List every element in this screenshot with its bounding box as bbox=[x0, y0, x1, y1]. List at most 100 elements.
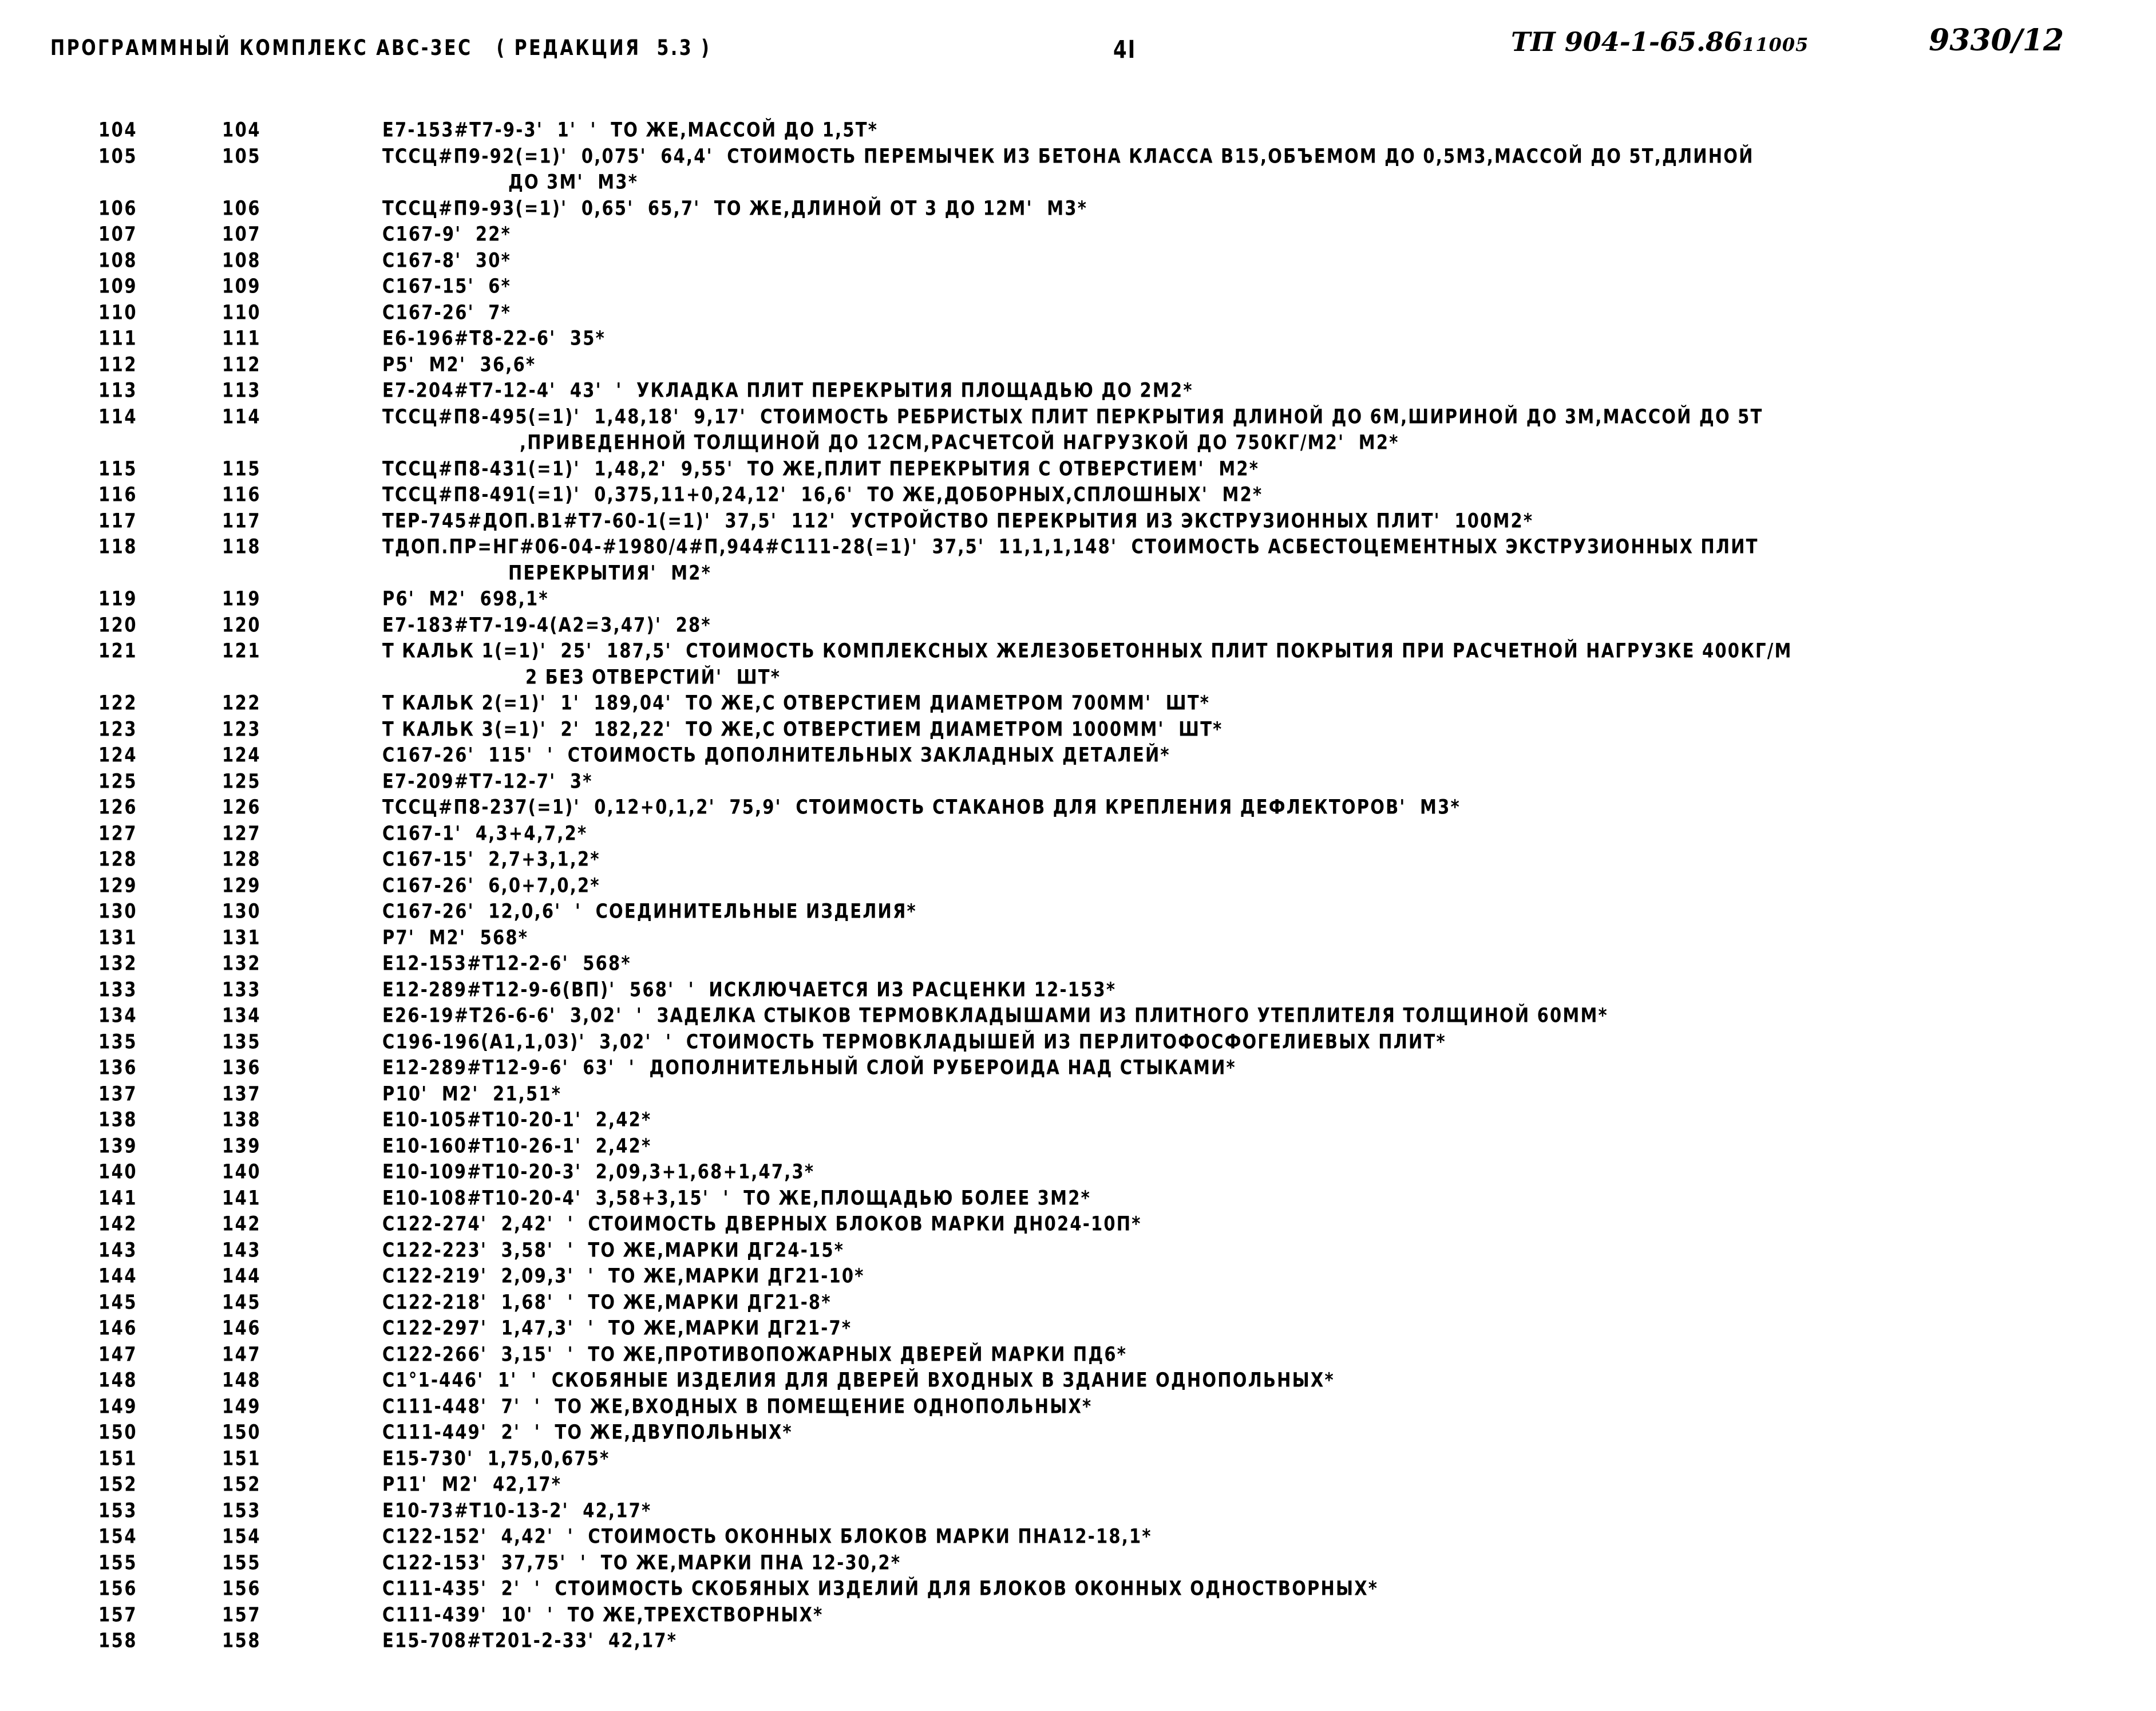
row-item-text: E10-109#T10-20-3' 2,09,3+1,68+1,47,3* bbox=[382, 1160, 815, 1183]
row-reference-number: 150 bbox=[222, 1420, 262, 1444]
row-sequence-number: 147 bbox=[98, 1342, 138, 1366]
row-sequence-number: 153 bbox=[98, 1498, 138, 1522]
row-item-text: С167-8' 30* bbox=[382, 248, 512, 272]
row-reference-number: 142 bbox=[222, 1212, 262, 1235]
row-reference-number: 128 bbox=[222, 847, 262, 871]
row-item-text: С122-152' 4,42' ' СТОИМОСТЬ ОКОННЫХ БЛОК… bbox=[382, 1524, 1152, 1548]
row-sequence-number: 124 bbox=[98, 743, 138, 766]
row-sequence-number: 113 bbox=[98, 378, 138, 402]
listing-row: 116 116 ТССЦ#П8-491(=1)' 0,375,11+0,24,12'… bbox=[0, 483, 2156, 509]
listing-row: 132 132 E12-153#T12-2-6' 568* bbox=[0, 951, 2156, 978]
row-item-text: С111-448' 7' ' ТО ЖЕ,ВХОДНЫХ В ПОМЕЩЕНИЕ… bbox=[382, 1394, 1093, 1418]
row-sequence-number: 116 bbox=[98, 483, 138, 506]
listing-row: 138 138 E10-105#T10-20-1' 2,42* bbox=[0, 1108, 2156, 1134]
row-reference-number: 137 bbox=[222, 1081, 262, 1105]
row-sequence-number: 123 bbox=[98, 717, 138, 741]
page-header: ПРОГРАММНЫЙ КОМПЛЕКС АВС-3ЕС ( РЕДАКЦИЯ … bbox=[0, 23, 2156, 76]
row-sequence-number: 117 bbox=[98, 508, 138, 532]
row-item-text: С122-266' 3,15' ' ТО ЖЕ,ПРОТИВОПОЖАРНЫХ … bbox=[382, 1342, 1128, 1366]
row-sequence-number: 118 bbox=[98, 535, 138, 558]
row-reference-number: 127 bbox=[222, 821, 262, 845]
row-reference-number: 155 bbox=[222, 1550, 262, 1574]
row-item-text: P5' M2' 36,6* bbox=[382, 352, 536, 376]
listing-row: 127 127 С167-1' 4,3+4,7,2* bbox=[0, 821, 2156, 848]
row-sequence-number: 105 bbox=[98, 144, 138, 168]
row-reference-number: 121 bbox=[222, 639, 262, 662]
listing-row: 114 114 ТССЦ#П8-495(=1)' 1,48,18' 9,17' СТ… bbox=[0, 405, 2156, 431]
listing-row: 119 119 P6' M2' 698,1* bbox=[0, 587, 2156, 613]
listing-row: 110 110 С167-26' 7* bbox=[0, 301, 2156, 327]
row-reference-number: 147 bbox=[222, 1342, 262, 1366]
row-item-text: E6-196#T8-22-6' 35* bbox=[382, 326, 606, 350]
row-item-text: ТССЦ#П8-431(=1)' 1,48,2' 9,55' ТО ЖЕ,ПЛИ… bbox=[382, 456, 1260, 480]
row-item-text: ,ПРИВЕДЕННОЙ ТОЛЩИНОЙ ДО 12СМ,РАСЧЕТСОЙ … bbox=[520, 430, 1399, 454]
row-item-text: ТССЦ#П9-93(=1)' 0,65' 65,7' ТО ЖЕ,ДЛИНОЙ… bbox=[382, 196, 1088, 220]
row-item-text: Т КАЛЬК 2(=1)' 1' 189,04' ТО ЖЕ,С ОТВЕРС… bbox=[382, 691, 1210, 714]
row-sequence-number: 120 bbox=[98, 613, 138, 637]
row-reference-number: 138 bbox=[222, 1108, 262, 1131]
row-sequence-number: 145 bbox=[98, 1290, 138, 1314]
listing-row: 112 112 P5' M2' 36,6* bbox=[0, 353, 2156, 379]
listing-row: 133 133 E12-289#T12-9-6(ВП)' 568' ' ИСКЛЮЧ… bbox=[0, 978, 2156, 1004]
row-item-text: E7-153#T7-9-3' 1' ' ТО ЖЕ,МАССОЙ ДО 1,5Т… bbox=[382, 118, 879, 141]
row-reference-number: 120 bbox=[222, 613, 262, 637]
row-reference-number: 107 bbox=[222, 222, 262, 246]
row-reference-number: 111 bbox=[222, 326, 262, 350]
row-item-text: E10-108#T10-20-4' 3,58+3,15' ' ТО ЖЕ,ПЛО… bbox=[382, 1186, 1091, 1210]
row-item-text: E15-708#T201-2-33' 42,17* bbox=[382, 1629, 678, 1652]
row-sequence-number: 111 bbox=[98, 326, 138, 350]
row-item-text: ТССЦ#П8-237(=1)' 0,12+0,1,2' 75,9' СТОИМ… bbox=[382, 795, 1461, 819]
row-reference-number: 135 bbox=[222, 1029, 262, 1053]
row-sequence-number: 154 bbox=[98, 1524, 138, 1548]
row-item-text: E12-289#T12-9-6(ВП)' 568' ' ИСКЛЮЧАЕТСЯ … bbox=[382, 977, 1117, 1001]
row-sequence-number: 132 bbox=[98, 951, 138, 975]
row-reference-number: 143 bbox=[222, 1238, 262, 1262]
listing-row: 107 107 С167-9' 22* bbox=[0, 222, 2156, 248]
listing-row: 154 154 С122-152' 4,42' ' СТОИМОСТЬ ОКОННЫ… bbox=[0, 1524, 2156, 1551]
row-sequence-number: 150 bbox=[98, 1420, 138, 1444]
row-reference-number: 158 bbox=[222, 1629, 262, 1652]
row-reference-number: 139 bbox=[222, 1133, 262, 1157]
listing-row: 147 147 С122-266' 3,15' ' ТО ЖЕ,ПРОТИВОПОЖ… bbox=[0, 1342, 2156, 1369]
listing-row: 111 111 E6-196#T8-22-6' 35* bbox=[0, 326, 2156, 353]
row-item-text: E12-289#T12-9-6' 63' ' ДОПОЛНИТЕЛЬНЫЙ СЛ… bbox=[382, 1056, 1236, 1079]
listing-row: 156 156 С111-435' 2' ' СТОИМОСТЬ СКОБЯНЫХ … bbox=[0, 1576, 2156, 1603]
row-item-text: E7-209#T7-12-7' 3* bbox=[382, 769, 593, 793]
row-sequence-number: 126 bbox=[98, 795, 138, 819]
row-item-text: ПЕРЕКРЫТИЯ' М2* bbox=[508, 560, 712, 584]
listing-row-continuation: ДО 3М' М3* bbox=[0, 170, 2156, 196]
stamp-code-suffix: 11005 bbox=[1742, 34, 1809, 56]
row-reference-number: 114 bbox=[222, 404, 262, 428]
listing-row: 131 131 P7' M2' 568* bbox=[0, 926, 2156, 952]
row-item-text: E7-204#T7-12-4' 43' ' УКЛАДКА ПЛИТ ПЕРЕК… bbox=[382, 378, 1193, 402]
row-item-text: P7' M2' 568* bbox=[382, 925, 529, 949]
row-item-text: С122-274' 2,42' ' СТОИМОСТЬ ДВЕРНЫХ БЛОК… bbox=[382, 1212, 1142, 1235]
row-sequence-number: 136 bbox=[98, 1056, 138, 1079]
row-reference-number: 149 bbox=[222, 1394, 262, 1418]
row-reference-number: 126 bbox=[222, 795, 262, 819]
row-item-text: P10' M2' 21,51* bbox=[382, 1081, 562, 1105]
listing-row: 152 152 P11' M2' 42,17* bbox=[0, 1472, 2156, 1499]
row-reference-number: 106 bbox=[222, 196, 262, 220]
row-reference-number: 136 bbox=[222, 1056, 262, 1079]
row-reference-number: 152 bbox=[222, 1472, 262, 1496]
row-sequence-number: 110 bbox=[98, 300, 138, 324]
listing-row: 109 109 С167-15' 6* bbox=[0, 274, 2156, 301]
row-reference-number: 153 bbox=[222, 1498, 262, 1522]
row-sequence-number: 135 bbox=[98, 1029, 138, 1053]
listing-row: 139 139 E10-160#T10-26-1' 2,42* bbox=[0, 1134, 2156, 1160]
row-sequence-number: 158 bbox=[98, 1629, 138, 1652]
listing-row: 134 134 E26-19#T26-6-6' 3,02' ' ЗАДЕЛКА СТ… bbox=[0, 1003, 2156, 1030]
row-sequence-number: 106 bbox=[98, 196, 138, 220]
row-item-text: С167-15' 2,7+3,1,2* bbox=[382, 847, 600, 871]
row-sequence-number: 122 bbox=[98, 691, 138, 714]
listing-row: 155 155 С122-153' 37,75' ' ТО ЖЕ,МАРКИ ПНА… bbox=[0, 1551, 2156, 1577]
row-reference-number: 133 bbox=[222, 977, 262, 1001]
row-item-text: ТССЦ#П8-495(=1)' 1,48,18' 9,17' СТОИМОСТ… bbox=[382, 404, 1763, 428]
row-reference-number: 123 bbox=[222, 717, 262, 741]
listing-row: 142 142 С122-274' 2,42' ' СТОИМОСТЬ ДВЕРНЫ… bbox=[0, 1212, 2156, 1238]
row-sequence-number: 108 bbox=[98, 248, 138, 272]
row-item-text: E10-160#T10-26-1' 2,42* bbox=[382, 1133, 652, 1157]
row-sequence-number: 112 bbox=[98, 352, 138, 376]
row-reference-number: 148 bbox=[222, 1368, 262, 1392]
